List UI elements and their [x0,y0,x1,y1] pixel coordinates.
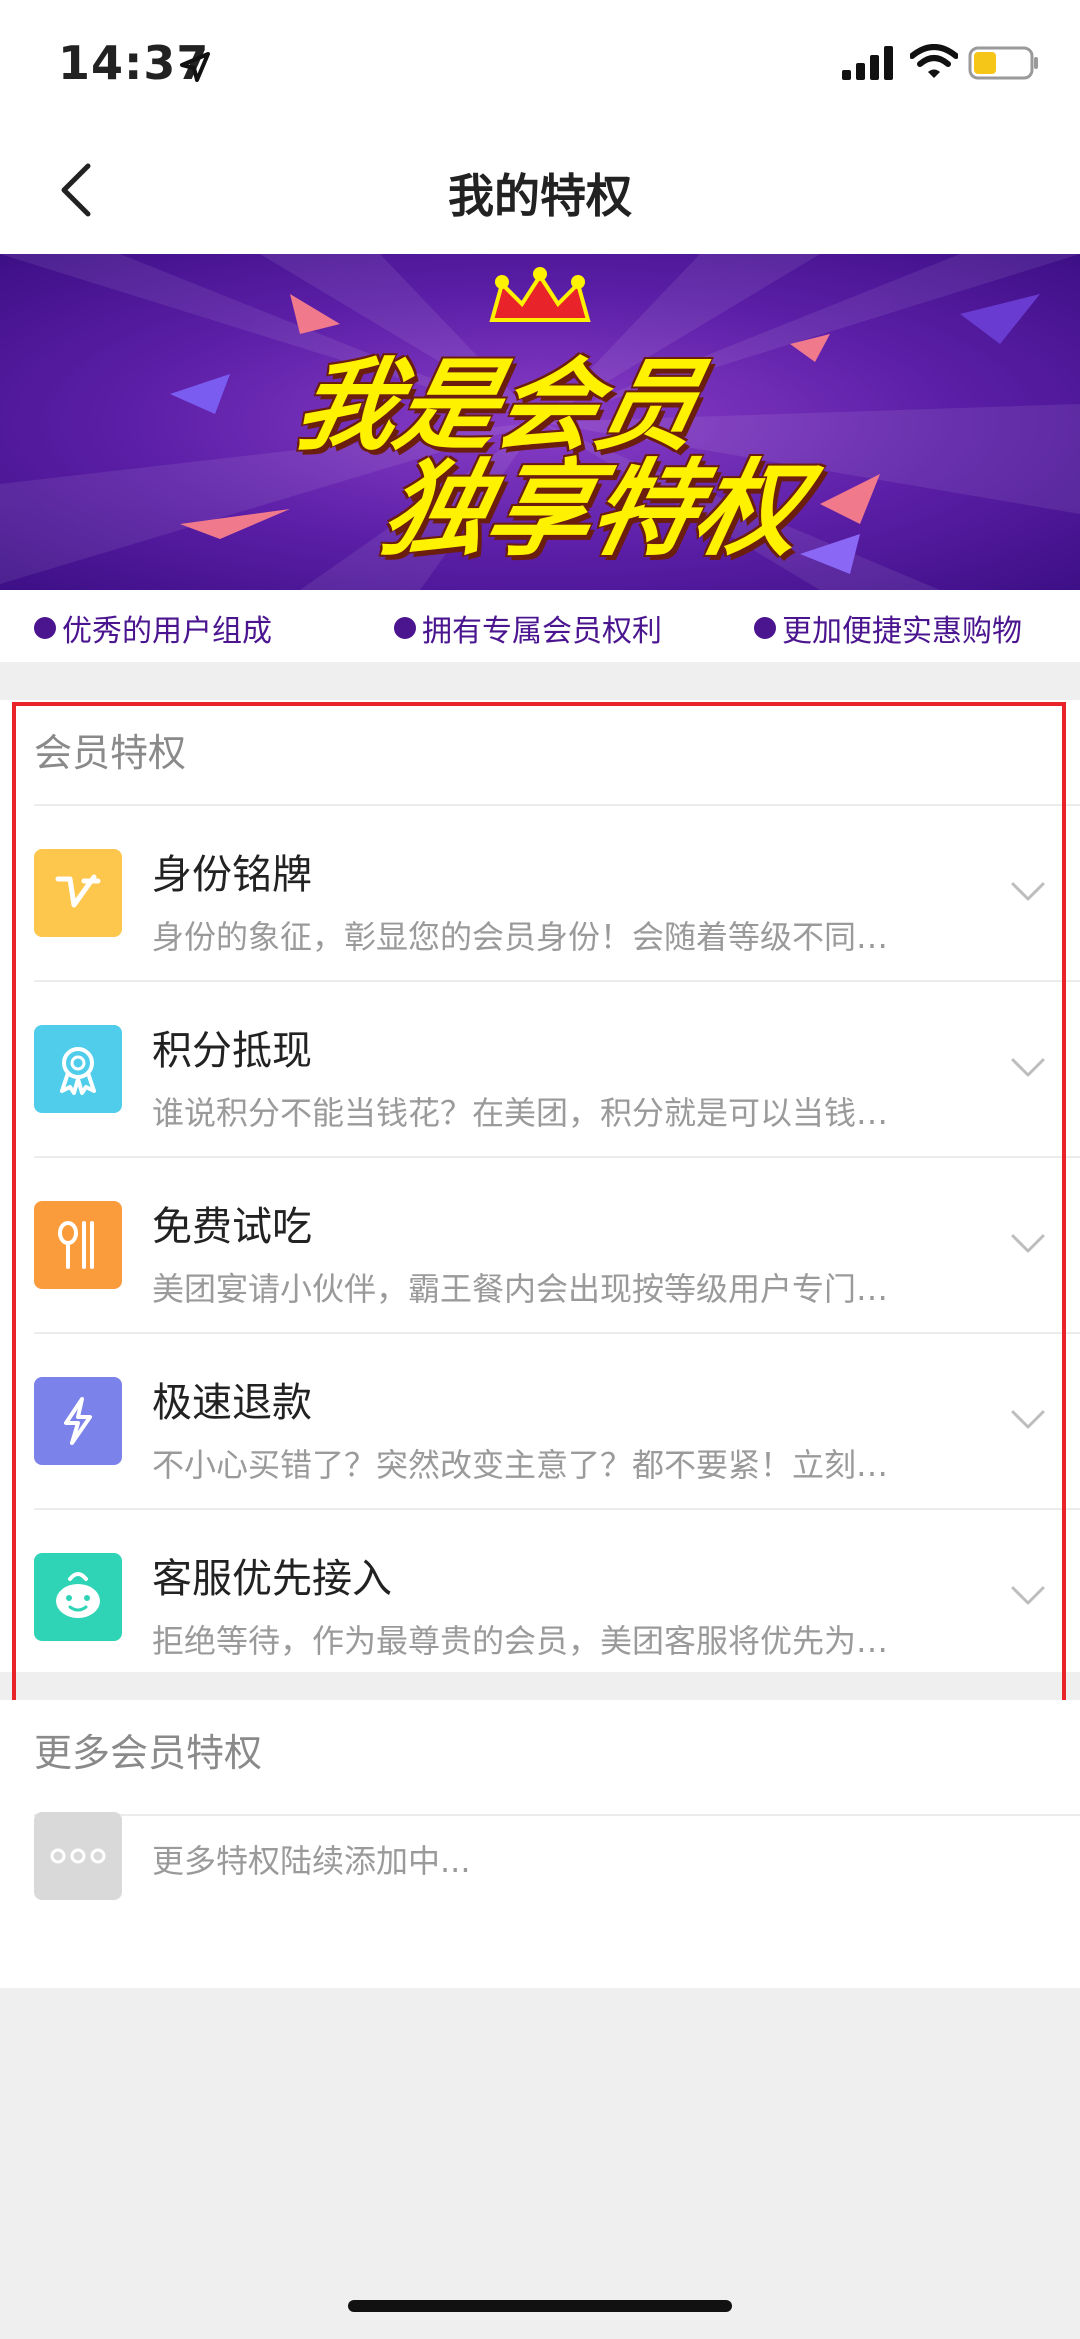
spoon-fork-icon [34,1201,122,1289]
privilege-description: 身份的象征，彰显您的会员身份！会随着等级不同… [152,918,889,956]
bullet-dot-icon [754,617,776,639]
bullet-item: 优秀的用户组成 [34,606,272,650]
privilege-description: 拒绝等待，作为最尊贵的会员，美团客服将优先为… [152,1622,889,1660]
more-privileges-section: 更多会员特权 更多特权陆续添加中... [0,1700,1080,1988]
award-ribbon-icon [34,1025,122,1113]
divider [34,1814,1080,1816]
chevron-down-icon[interactable] [1010,1056,1046,1080]
location-arrow-icon [180,52,210,82]
home-indicator[interactable] [348,2300,732,2312]
privilege-item-priority-support[interactable]: 客服优先接入 拒绝等待，作为最尊贵的会员，美团客服将优先为… [0,1510,1080,1684]
cellular-signal-icon [842,46,893,80]
chevron-down-icon[interactable] [1010,1584,1046,1608]
bullet-dot-icon [394,617,416,639]
chevron-down-icon[interactable] [1010,1232,1046,1256]
status-bar: 14:37 [0,0,1080,130]
privilege-description: 美团宴请小伙伴，霸王餐内会出现按等级用户专门… [152,1270,889,1308]
privilege-item-free-tasting[interactable]: 免费试吃 美团宴请小伙伴，霸王餐内会出现按等级用户专门… [0,1158,1080,1332]
banner-headline-2: 独享特权 [371,448,814,570]
privilege-item-fast-refund[interactable]: 极速退款 不小心买错了？突然改变主意了？都不要紧！立刻… [0,1334,1080,1508]
v-badge-icon [34,849,122,937]
wifi-icon [910,44,958,78]
chevron-down-icon[interactable] [1010,880,1046,904]
member-benefits-summary: 优秀的用户组成 拥有专属会员权利 更加便捷实惠购物 [0,590,1080,662]
chevron-down-icon[interactable] [1010,1408,1046,1432]
bullet-item: 拥有专属会员权利 [394,606,662,650]
bullet-item: 更加便捷实惠购物 [754,606,1022,650]
section-title: 会员特权 [34,731,187,775]
privilege-description: 谁说积分不能当钱花？在美团，积分就是可以当钱… [152,1094,889,1132]
privilege-item-points[interactable]: 积分抵现 谁说积分不能当钱花？在美团，积分就是可以当钱… [0,982,1080,1156]
member-banner: 我是会员 独享特权 [0,254,1080,590]
lightning-icon [34,1377,122,1465]
section-title: 更多会员特权 [34,1731,263,1775]
battery-icon [968,46,1038,80]
privilege-title: 免费试吃 [152,1204,312,1250]
privilege-title: 极速退款 [152,1380,312,1426]
more-privileges-text: 更多特权陆续添加中... [152,1842,471,1880]
member-privileges-section: 会员特权 身份铭牌 身份的象征，彰显您的会员身份！会随着等级不同… 积分抵现 谁… [0,700,1080,1672]
privilege-title: 客服优先接入 [152,1556,392,1602]
more-dots-icon [34,1812,122,1900]
bullet-dot-icon [34,617,56,639]
mascot-face-icon [34,1553,122,1641]
privilege-item-badge[interactable]: 身份铭牌 身份的象征，彰显您的会员身份！会随着等级不同… [0,806,1080,980]
privilege-title: 积分抵现 [152,1028,312,1074]
privilege-title: 身份铭牌 [152,852,312,898]
page-title: 我的特权 [448,169,632,223]
crown-icon [489,267,591,322]
nav-bar: 我的特权 [0,130,1080,254]
privilege-description: 不小心买错了？突然改变主意了？都不要紧！立刻… [152,1446,889,1484]
